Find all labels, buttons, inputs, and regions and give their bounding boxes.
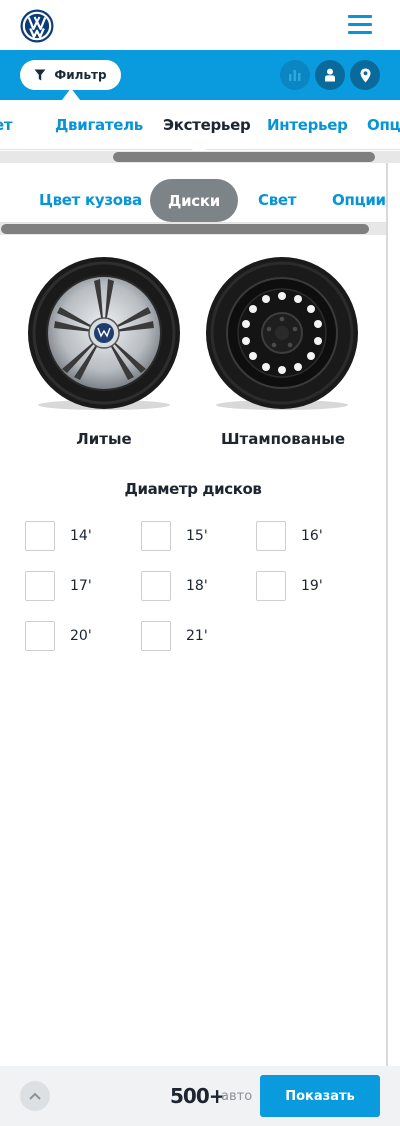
diameter-option-14[interactable]: 14' <box>25 521 92 551</box>
subtab-options[interactable]: Опции <box>332 191 386 209</box>
diameter-option-16[interactable]: 16' <box>256 521 323 551</box>
diameter-option-19[interactable]: 19' <box>256 571 323 601</box>
results-count-unit: авто <box>221 1089 253 1104</box>
chevron-up-icon <box>29 1092 41 1100</box>
tab-engine[interactable]: Двигатель <box>55 116 143 134</box>
alloy-wheel-label[interactable]: Литые <box>19 430 189 448</box>
page: Фильтр Пакет Двигатель Экстерьер <box>0 0 400 1126</box>
filter-button-label: Фильтр <box>54 68 107 82</box>
diameter-option-label: 16' <box>301 528 323 544</box>
diameter-checkbox[interactable] <box>141 521 171 551</box>
tab-exterior[interactable]: Экстерьер <box>163 116 251 134</box>
diameter-option-label: 18' <box>186 578 208 594</box>
show-results-button[interactable]: Показать <box>260 1075 380 1117</box>
diameter-checkbox[interactable] <box>25 521 55 551</box>
exterior-panel: Цвет кузова Диски Свет Опции Литые Штамп… <box>0 163 388 1066</box>
diameter-option-17[interactable]: 17' <box>25 571 92 601</box>
category-scrollbar[interactable] <box>0 151 400 163</box>
results-count: 500+ <box>170 1084 226 1108</box>
steel-wheel-label[interactable]: Штампованые <box>198 430 368 448</box>
compare-button[interactable] <box>280 60 310 90</box>
funnel-icon <box>34 69 46 81</box>
filter-button[interactable]: Фильтр <box>20 60 121 90</box>
subtab-scrollbar-thumb[interactable] <box>1 224 369 234</box>
diameter-option-label: 21' <box>186 628 208 644</box>
subtab-lights[interactable]: Свет <box>258 191 296 209</box>
category-scrollbar-thumb[interactable] <box>113 152 375 162</box>
diameter-checkbox[interactable] <box>256 571 286 601</box>
diameter-title: Диаметр дисков <box>124 480 262 498</box>
steel-wheel-icon[interactable] <box>202 255 362 415</box>
tab-interior[interactable]: Интерьер <box>267 116 348 134</box>
dealers-location-button[interactable] <box>350 60 380 90</box>
compare-chart-icon <box>289 70 301 81</box>
filter-pointer <box>62 88 80 100</box>
user-icon <box>325 68 335 82</box>
results-footer: 500+ авто Показать <box>0 1066 400 1126</box>
diameter-option-15[interactable]: 15' <box>141 521 208 551</box>
filter-bar: Фильтр <box>0 50 400 100</box>
location-pin-icon <box>360 68 370 82</box>
diameter-option-label: 20' <box>70 628 92 644</box>
tab-package[interactable]: Пакет <box>0 116 13 134</box>
diameter-option-21[interactable]: 21' <box>141 621 208 651</box>
vw-logo-icon[interactable] <box>20 9 54 43</box>
active-tab-pointer <box>191 142 207 151</box>
exterior-subtabs: Цвет кузова Диски Свет Опции <box>0 163 386 223</box>
diameter-option-label: 17' <box>70 578 92 594</box>
alloy-wheel-icon[interactable] <box>24 255 184 415</box>
diameter-checkbox[interactable] <box>256 521 286 551</box>
diameter-option-label: 15' <box>186 528 208 544</box>
diameter-checkbox[interactable] <box>141 571 171 601</box>
diameter-option-18[interactable]: 18' <box>141 571 208 601</box>
diameter-checkbox[interactable] <box>25 621 55 651</box>
diameter-option-20[interactable]: 20' <box>25 621 92 651</box>
subtab-scrollbar[interactable] <box>0 223 386 235</box>
diameter-checkbox[interactable] <box>141 621 171 651</box>
top-header <box>0 0 400 50</box>
tab-options[interactable]: Опции <box>367 116 400 134</box>
hamburger-menu-icon[interactable] <box>348 15 372 35</box>
diameter-checkbox[interactable] <box>25 571 55 601</box>
subtab-body-color[interactable]: Цвет кузова <box>39 191 142 209</box>
diameter-option-label: 14' <box>70 528 92 544</box>
account-button[interactable] <box>315 60 345 90</box>
scroll-to-top-button[interactable] <box>20 1081 50 1111</box>
subtab-wheels[interactable]: Диски <box>150 179 238 222</box>
diameter-option-label: 19' <box>301 578 323 594</box>
